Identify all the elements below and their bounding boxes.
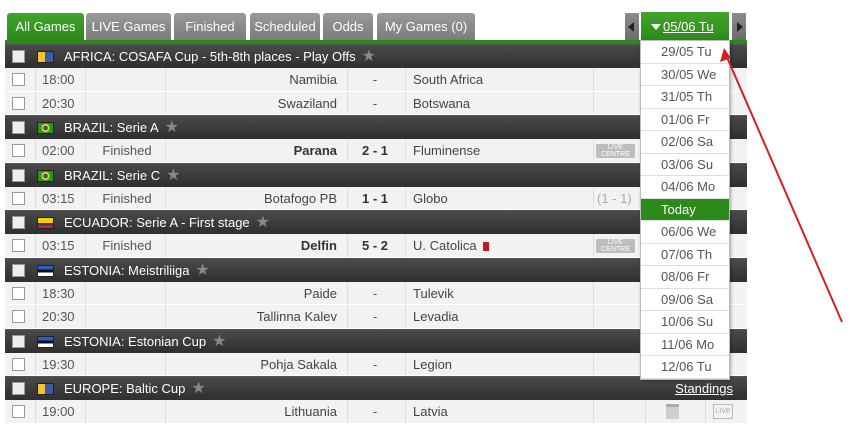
annotation-arrow [720,48,843,323]
